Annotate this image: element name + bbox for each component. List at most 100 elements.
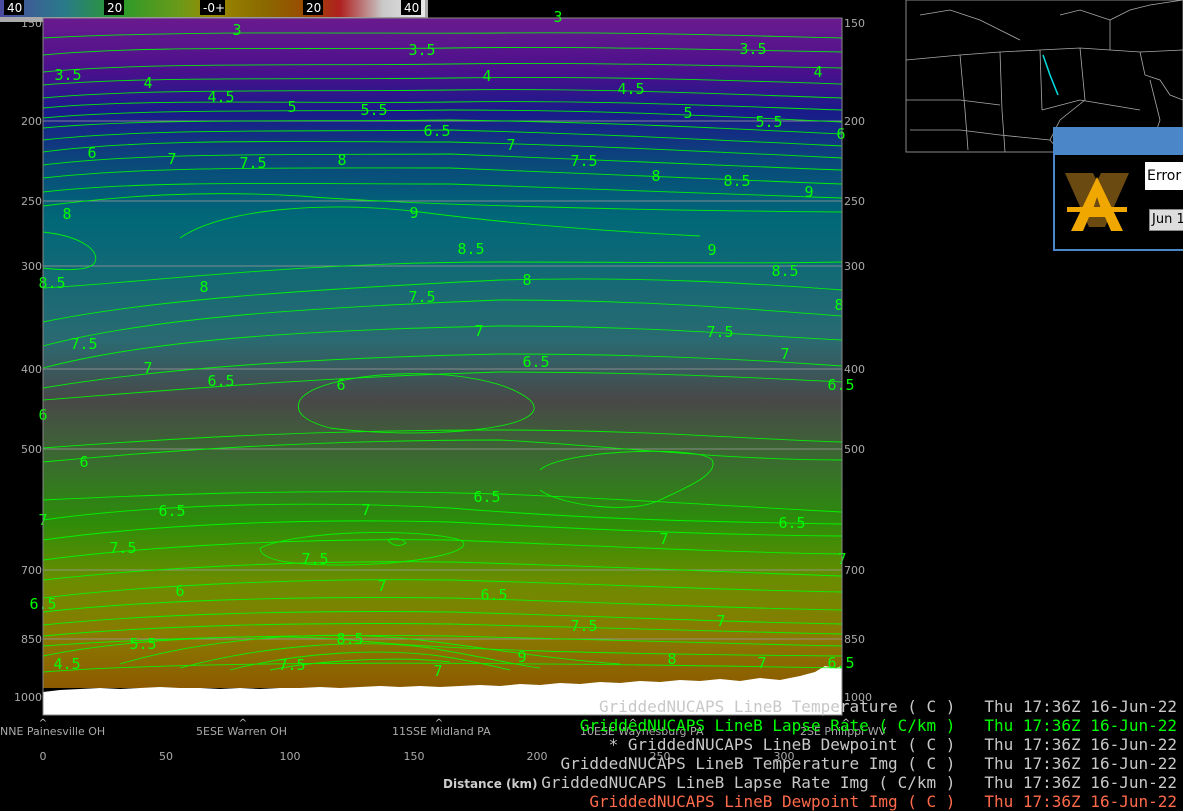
- contour-label: 3.5: [739, 40, 766, 58]
- error-message: Error a: [1145, 162, 1183, 190]
- contour-label: 7: [433, 662, 442, 680]
- colorbar-label: 40: [7, 1, 22, 15]
- contour-label: 4.5: [617, 80, 644, 98]
- colorbar-label: 20: [306, 1, 321, 15]
- contour-label: 4.5: [207, 88, 234, 106]
- pressure-label: 150: [21, 17, 42, 30]
- contour-label: 6: [87, 144, 96, 162]
- pressure-label: 500: [21, 443, 42, 456]
- colorbar-label: 20: [107, 1, 122, 15]
- contour-label: 4: [813, 63, 822, 81]
- cross-section-display[interactable]: 40 20 -0+ 20 40 333.53.53.54 4 44.5 4.55…: [0, 0, 1183, 811]
- pressure-label: 400: [844, 363, 865, 376]
- contour-label: 7.5: [70, 335, 97, 353]
- pressure-label: 250: [844, 195, 865, 208]
- legend: GriddedNUCAPS LineB Temperature ( C ) Th…: [440, 697, 1183, 811]
- contour-label: 9: [804, 183, 813, 201]
- legend-row-temperature-img[interactable]: GriddedNUCAPS LineB Temperature Img ( C …: [440, 754, 1183, 773]
- dialog-title-bar[interactable]: [1055, 129, 1183, 155]
- pressure-label: 250: [21, 195, 42, 208]
- contour-label: 6: [79, 453, 88, 471]
- pressure-label: 850: [21, 633, 42, 646]
- contour-label: 7: [757, 654, 766, 672]
- legend-row-lapse-rate[interactable]: GriddedNUCAPS LineB Lapse Rate ( C/km ) …: [440, 716, 1183, 735]
- contour-label: 7: [506, 136, 515, 154]
- contour-label: 8: [62, 205, 71, 223]
- contour-label: 8: [337, 151, 346, 169]
- contour-label: 5.5: [360, 101, 387, 119]
- contour-label: 7: [659, 530, 668, 548]
- app-logo-icon: [1065, 173, 1129, 231]
- contour-label: 5: [287, 98, 296, 116]
- legend-row-dewpoint[interactable]: * GriddedNUCAPS LineB Dewpoint ( C ) Thu…: [440, 735, 1183, 754]
- pressure-label: 500: [844, 443, 865, 456]
- contour-label: 8: [667, 650, 676, 668]
- contour-label: 7.5: [408, 288, 435, 306]
- legend-row-dewpoint-img[interactable]: GriddedNUCAPS LineB Dewpoint Img ( C ) T…: [440, 792, 1183, 811]
- contour-label: 8.5: [723, 172, 750, 190]
- contour-label: 7: [780, 345, 789, 363]
- contour-label: 6: [336, 376, 345, 394]
- pressure-label: 1000: [14, 691, 42, 704]
- contour-label: 3: [232, 21, 241, 39]
- location-label: NNE Painesville OH: [0, 725, 105, 738]
- contour-label: 7.5: [570, 617, 597, 635]
- contour-label: 3: [553, 8, 562, 26]
- error-dialog[interactable]: Error a Jun 1: [1053, 127, 1183, 251]
- contour-label: 7.5: [570, 152, 597, 170]
- distance-tick-label: 100: [280, 750, 301, 763]
- contour-label: 5.5: [129, 635, 156, 653]
- contour-label: 6.5: [522, 353, 549, 371]
- contour-label: 9: [409, 204, 418, 222]
- pressure-label: 300: [844, 260, 865, 273]
- location-tick-mark: ^: [239, 718, 247, 729]
- contour-label: 6.5: [827, 654, 854, 672]
- pressure-label: 150: [844, 17, 865, 30]
- contour-label: 6.5: [827, 376, 854, 394]
- contour-label: 4.5: [53, 655, 80, 673]
- contour-label: 6.5: [473, 488, 500, 506]
- contour-label: 6.5: [207, 372, 234, 390]
- contour-label: 7.5: [706, 323, 733, 341]
- contour-label: 7: [377, 577, 386, 595]
- contour-label: 4: [143, 74, 152, 92]
- pressure-label: 400: [21, 363, 42, 376]
- contour-label: 6: [175, 582, 184, 600]
- contour-label: 6.5: [158, 502, 185, 520]
- contour-label: 8.5: [336, 630, 363, 648]
- contour-label: 7.5: [278, 656, 305, 674]
- pressure-label: 300: [21, 260, 42, 273]
- dialog-button[interactable]: Jun 1: [1149, 209, 1183, 231]
- contour-label: 6.5: [423, 122, 450, 140]
- pressure-label: 700: [21, 564, 42, 577]
- contour-label: 8: [522, 271, 531, 289]
- contour-label: 8: [651, 167, 660, 185]
- legend-row-lapse-rate-img[interactable]: GriddedNUCAPS LineB Lapse Rate Img ( C/k…: [440, 773, 1183, 792]
- contour-label: 6.5: [480, 586, 507, 604]
- contour-label: 9: [707, 241, 716, 259]
- distance-tick-label: 0: [40, 750, 47, 763]
- distance-tick-label: 50: [159, 750, 173, 763]
- contour-label: 9: [517, 648, 526, 666]
- location-tick-mark: ^: [39, 718, 47, 729]
- pressure-label: 850: [844, 633, 865, 646]
- colorbar-label: 40: [404, 1, 419, 15]
- contour-label: 8: [199, 278, 208, 296]
- pressure-label: 700: [844, 564, 865, 577]
- contour-label: 7.5: [239, 154, 266, 172]
- contour-label: 4: [482, 67, 491, 85]
- distance-tick-label: 150: [404, 750, 425, 763]
- contour-label: 6.5: [778, 514, 805, 532]
- pressure-label: 200: [21, 115, 42, 128]
- contour-label: 3.5: [54, 66, 81, 84]
- contour-label: 8.5: [457, 240, 484, 258]
- contour-label: 7.5: [301, 550, 328, 568]
- contour-label: 7: [167, 150, 176, 168]
- contour-label: 7: [474, 322, 483, 340]
- contour-label: 8.5: [771, 262, 798, 280]
- contour-label: 7: [361, 501, 370, 519]
- contour-label: 7.5: [109, 539, 136, 557]
- contour-label: 7: [716, 612, 725, 630]
- contour-label: 3.5: [408, 41, 435, 59]
- legend-row-temperature[interactable]: GriddedNUCAPS LineB Temperature ( C ) Th…: [440, 697, 1183, 716]
